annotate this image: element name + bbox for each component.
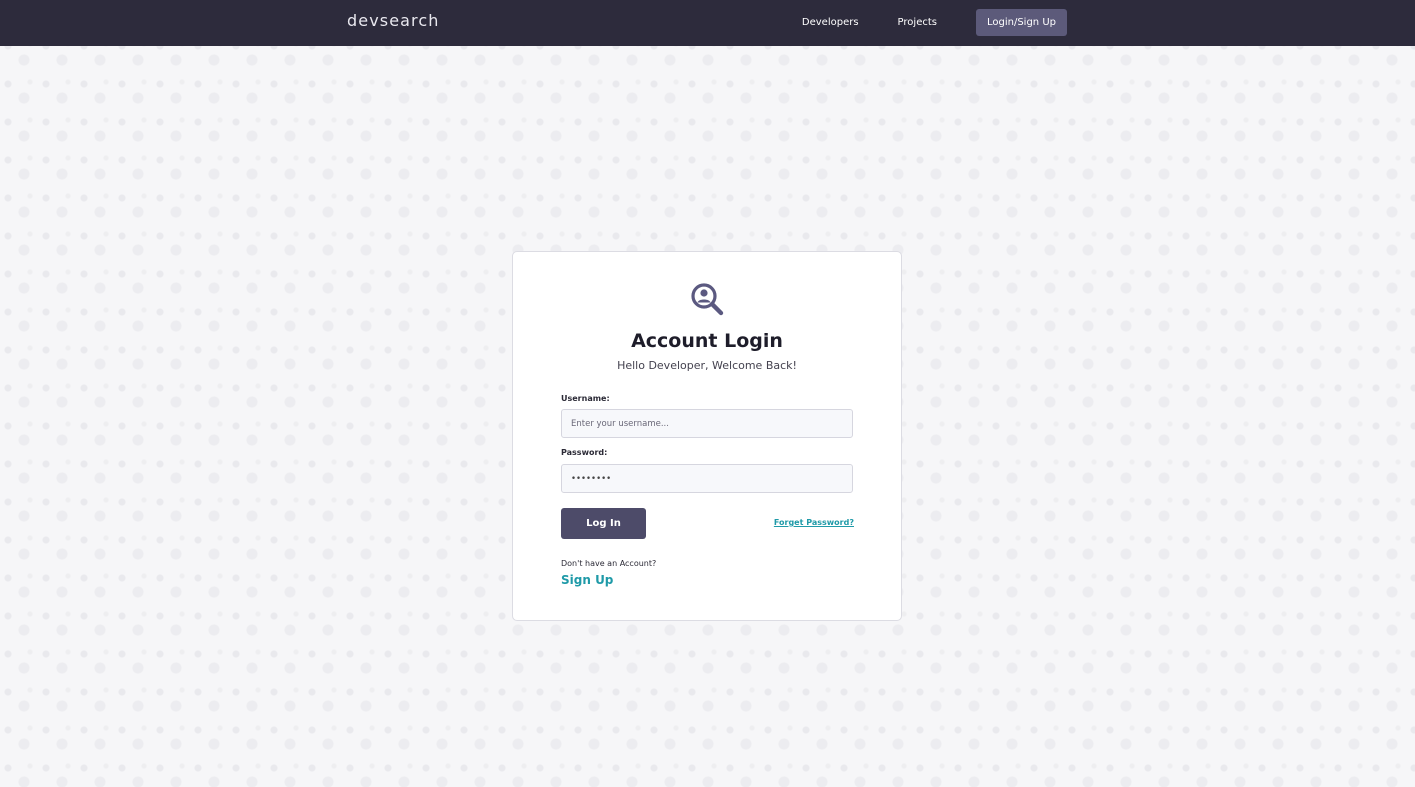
login-button[interactable]: Log In bbox=[561, 508, 646, 539]
forgot-password-link[interactable]: Forget Password? bbox=[774, 518, 854, 527]
site-logo[interactable]: devsearch bbox=[347, 11, 440, 30]
search-user-icon bbox=[691, 283, 724, 316]
no-account-text: Don't have an Account? bbox=[561, 559, 657, 568]
page-subtitle: Hello Developer, Welcome Back! bbox=[617, 359, 797, 372]
username-input[interactable] bbox=[561, 409, 853, 438]
login-card: Account Login Hello Developer, Welcome B… bbox=[512, 251, 902, 621]
password-label: Password: bbox=[561, 448, 608, 457]
nav-login-signup-button[interactable]: Login/Sign Up bbox=[975, 9, 1067, 36]
password-input[interactable] bbox=[561, 464, 853, 493]
top-navbar: devsearch Developers Projects Login/Sign… bbox=[0, 0, 1415, 46]
signup-link[interactable]: Sign Up bbox=[561, 573, 613, 587]
nav-developers-link[interactable]: Developers bbox=[802, 17, 859, 28]
username-label: Username: bbox=[561, 394, 610, 403]
nav-projects-link[interactable]: Projects bbox=[898, 17, 937, 28]
page-title: Account Login bbox=[631, 330, 783, 352]
nav-links: Developers Projects Login/Sign Up bbox=[763, 9, 1067, 36]
